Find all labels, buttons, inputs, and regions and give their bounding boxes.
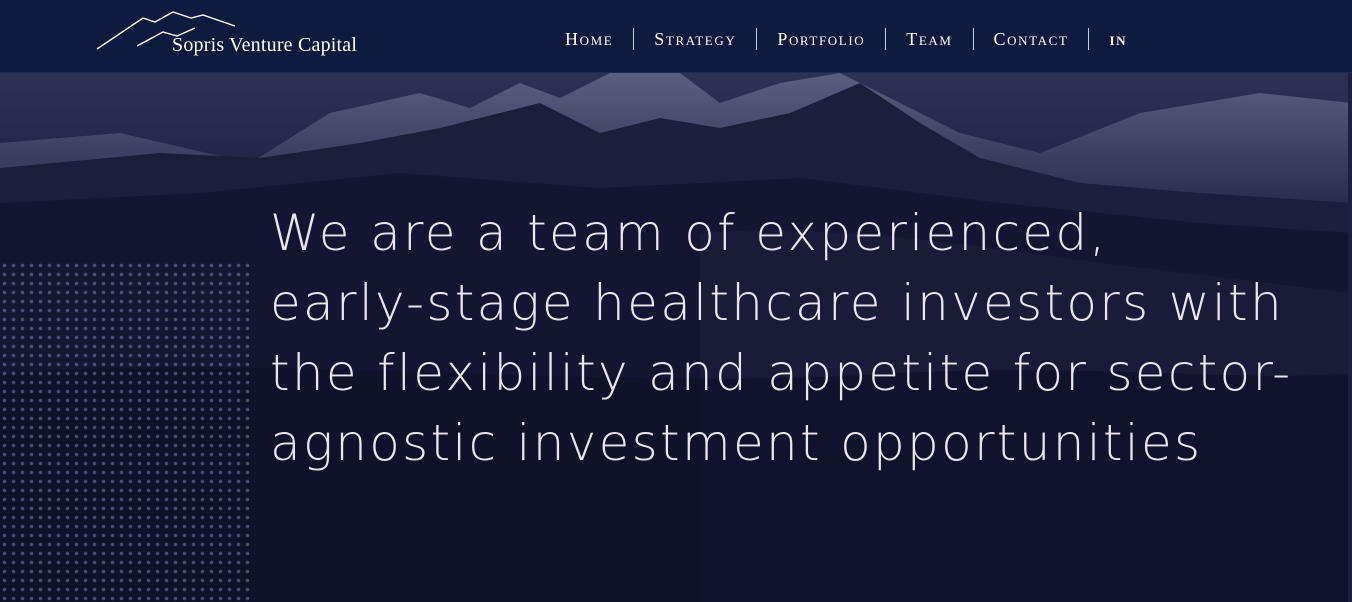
hero-headline: We are a team of experienced, early-stag… — [270, 198, 1293, 478]
nav-strategy[interactable]: Strategy — [634, 26, 756, 52]
hero-headline-line: early-stage healthcare investors with — [270, 274, 1284, 332]
nav-contact[interactable]: Contact — [974, 26, 1089, 52]
linkedin-icon[interactable]: in — [1089, 26, 1147, 52]
hero-headline-line: the flexibility and appetite for sector- — [270, 344, 1293, 402]
dot-pattern-decoration — [0, 261, 255, 602]
nav-team[interactable]: Team — [886, 26, 972, 52]
page-scrollbar[interactable] — [1348, 73, 1352, 602]
nav-portfolio[interactable]: Portfolio — [757, 26, 885, 52]
hero-section: We are a team of experienced, early-stag… — [0, 73, 1352, 602]
nav-home[interactable]: Home — [545, 26, 633, 52]
hero-headline-line: We are a team of experienced, — [270, 204, 1108, 262]
brand-name: Sopris Venture Capital — [172, 34, 358, 56]
site-header: Sopris Venture Capital Home Strategy Por… — [0, 0, 1352, 73]
brand-logo-link[interactable]: Sopris Venture Capital — [95, 10, 395, 65]
hero-headline-line: agnostic investment opportunities — [270, 414, 1203, 472]
main-nav: Home Strategy Portfolio Team Contact in — [545, 26, 1147, 52]
